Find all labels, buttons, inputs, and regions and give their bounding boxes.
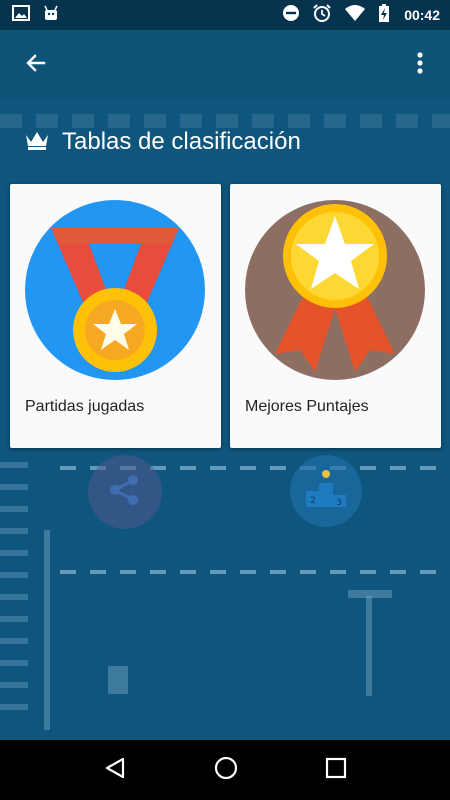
card-label: Mejores Puntajes (245, 398, 369, 415)
home-circle-icon (213, 756, 239, 785)
overflow-menu-button[interactable] (404, 49, 436, 81)
award-ribbon-icon (245, 200, 425, 380)
status-time: 00:42 (404, 7, 440, 23)
status-bar: 00:42 (0, 0, 450, 30)
background-post (44, 530, 50, 730)
android-icon (42, 4, 60, 27)
alarm-icon (312, 3, 332, 28)
background-ladder (0, 450, 28, 710)
section-header: Tablas de clasificación (24, 124, 301, 160)
nav-back-button[interactable] (103, 756, 127, 785)
leaderboard-card-high-scores[interactable]: Mejores Puntajes (230, 184, 441, 448)
leaderboard-card-games-played[interactable]: Partidas jugadas (10, 184, 221, 448)
share-icon (106, 471, 144, 514)
leaderboard-button[interactable]: 2 3 (290, 455, 362, 527)
svg-text:2: 2 (310, 496, 316, 506)
svg-text:3: 3 (336, 498, 342, 508)
recents-square-icon (325, 757, 347, 783)
podium-icon: 2 3 (304, 469, 348, 514)
app-bar (0, 30, 450, 100)
status-left-icons (12, 4, 60, 27)
nav-home-button[interactable] (213, 755, 239, 786)
nav-recents-button[interactable] (325, 757, 347, 784)
do-not-disturb-icon (282, 4, 300, 27)
image-icon (12, 4, 30, 27)
road-dash-line (60, 570, 450, 574)
background-post (108, 666, 128, 694)
medal-icon (25, 200, 205, 380)
battery-charging-icon (378, 3, 390, 28)
page-title: Tablas de clasificación (62, 128, 301, 155)
arrow-back-icon (24, 51, 48, 80)
crown-icon (24, 129, 50, 156)
back-triangle-icon (103, 757, 127, 784)
background-post (366, 596, 372, 696)
back-button[interactable] (20, 49, 52, 81)
wifi-icon (344, 4, 366, 27)
share-button[interactable] (88, 455, 162, 529)
card-label: Partidas jugadas (25, 398, 145, 415)
status-right-icons: 00:42 (282, 3, 440, 28)
more-vert-icon (416, 51, 424, 80)
system-nav-bar (0, 740, 450, 800)
